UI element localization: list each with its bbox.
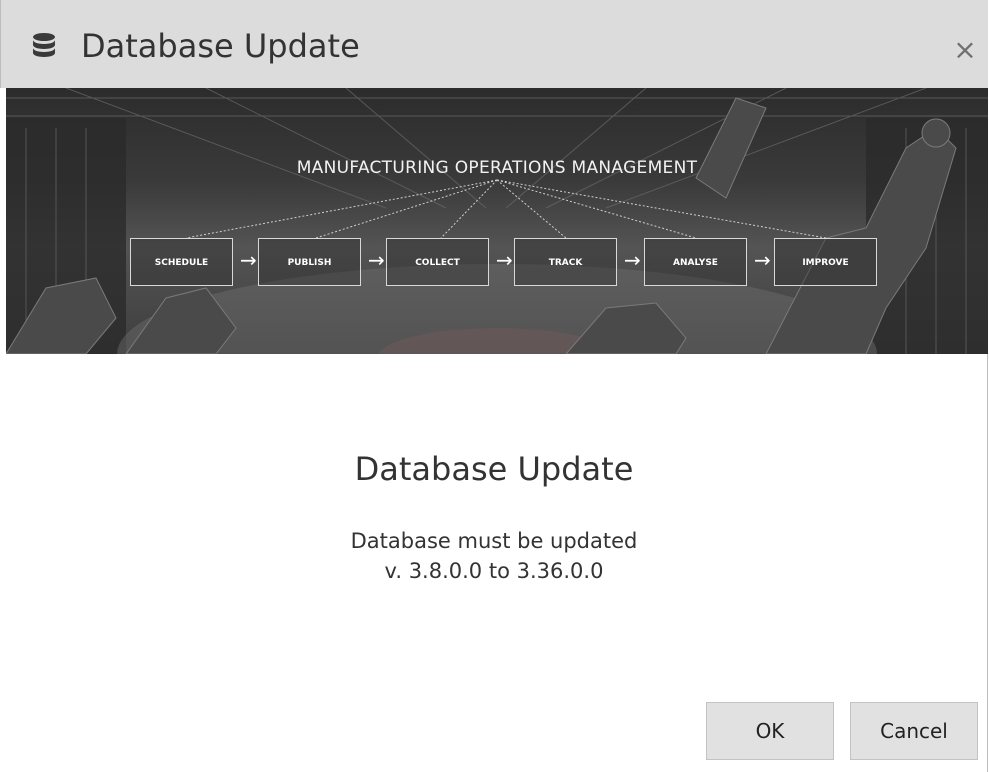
update-message: Database must be updated v. 3.8.0.0 to 3…	[0, 526, 988, 586]
arrow-icon: →	[496, 248, 513, 272]
factory-background	[6, 88, 988, 354]
ok-button[interactable]: OK	[706, 702, 834, 760]
close-button[interactable]: ×	[945, 30, 985, 70]
arrow-icon: →	[240, 248, 257, 272]
step-collect: COLLECT	[386, 238, 489, 286]
arrow-icon: →	[754, 248, 771, 272]
step-analyse: ANALYSE	[644, 238, 747, 286]
content-heading: Database Update	[354, 450, 634, 488]
step-improve: IMPROVE	[774, 238, 877, 286]
arrow-icon: →	[368, 248, 385, 272]
version-range: v. 3.8.0.0 to 3.36.0.0	[384, 559, 604, 583]
step-track: TRACK	[514, 238, 617, 286]
step-publish: PUBLISH	[258, 238, 361, 286]
banner-heading: MANUFACTURING OPERATIONS MANAGEMENT	[296, 158, 698, 178]
banner-image: MANUFACTURING OPERATIONS MANAGEMENT SCHE…	[6, 88, 988, 354]
database-update-dialog: Database Update × MANUFACTURING OPERATIO…	[0, 0, 988, 772]
cancel-button[interactable]: Cancel	[850, 702, 978, 760]
database-icon	[33, 33, 55, 57]
step-schedule: SCHEDULE	[130, 238, 233, 286]
update-message-line1: Database must be updated	[350, 529, 638, 553]
arrow-icon: →	[624, 248, 641, 272]
title-bar[interactable]: Database Update ×	[0, 0, 988, 88]
window-title: Database Update	[81, 27, 360, 65]
